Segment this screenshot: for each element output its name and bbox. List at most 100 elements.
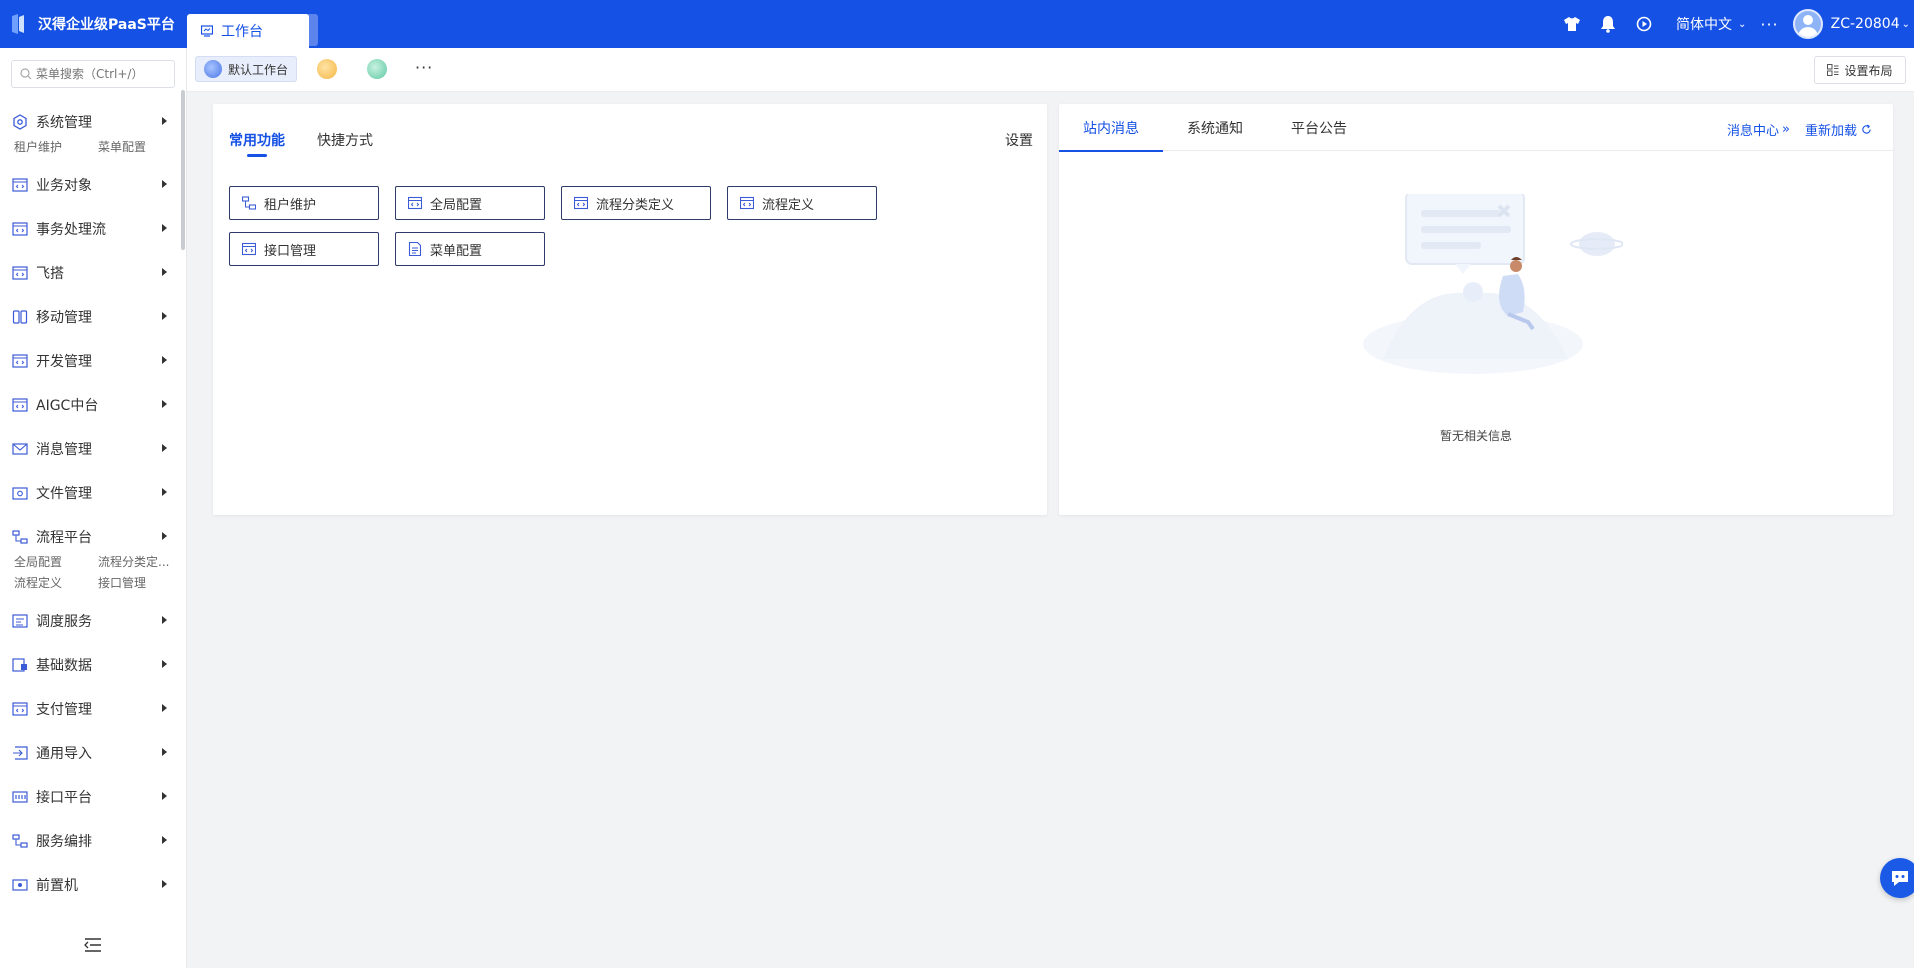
sidebar-item-aigc[interactable]: AIGC中台 bbox=[0, 383, 181, 427]
function-process-definition[interactable]: 流程定义 bbox=[727, 186, 877, 220]
sidebar-item-orchestration[interactable]: 服务编排 bbox=[0, 819, 181, 863]
menu-search[interactable] bbox=[11, 60, 175, 88]
function-label: 全局配置 bbox=[430, 197, 483, 213]
schedule-icon bbox=[12, 614, 28, 628]
reload-label: 重新加载 bbox=[1805, 124, 1858, 139]
submenu-item[interactable]: 流程定义 bbox=[14, 574, 98, 591]
import-icon bbox=[13, 746, 28, 760]
menu-search-input[interactable] bbox=[36, 67, 166, 81]
function-label: 租户维护 bbox=[264, 197, 317, 213]
language-label: 简体中文 bbox=[1675, 17, 1732, 33]
sidebar-item-schedule[interactable]: 调度服务 bbox=[0, 599, 181, 643]
submenu-item[interactable]: 接口管理 bbox=[98, 574, 182, 591]
function-tenant-maintenance[interactable]: 租户维护 bbox=[229, 186, 379, 220]
sidebar-item-file[interactable]: 文件管理 bbox=[0, 471, 181, 515]
caret-right-icon bbox=[162, 880, 167, 888]
function-menu-config[interactable]: 菜单配置 bbox=[395, 232, 545, 266]
tab-workbench-label: 工作台 bbox=[221, 24, 263, 40]
play-button[interactable] bbox=[1626, 0, 1662, 48]
brand[interactable]: 汉得企业级PaaS平台 bbox=[0, 0, 187, 48]
panel-tabs: 常用功能 快捷方式 bbox=[229, 130, 405, 157]
chevron-down-icon: ⌄ bbox=[1737, 18, 1747, 30]
top-bar: 汉得企业级PaaS平台 工作台 + 简体中文 ⌄ ··· ZC-20804 ⌄ bbox=[0, 0, 1914, 48]
flow-icon bbox=[242, 196, 256, 210]
sidebar-item-label: 文件管理 bbox=[36, 486, 92, 502]
caret-right-icon bbox=[162, 268, 167, 276]
caret-right-icon bbox=[162, 704, 167, 712]
sidebar-item-system[interactable]: 系统管理 bbox=[0, 100, 181, 144]
floating-help-button[interactable] bbox=[1880, 858, 1914, 898]
function-process-category[interactable]: 流程分类定义 bbox=[561, 186, 711, 220]
notification-button[interactable] bbox=[1590, 0, 1626, 48]
function-api-management[interactable]: 接口管理 bbox=[229, 232, 379, 266]
caret-right-icon bbox=[162, 117, 167, 125]
app-title: 汉得企业级PaaS平台 bbox=[38, 17, 175, 33]
sidebar-item-feida[interactable]: 飞搭 bbox=[0, 251, 181, 295]
caret-right-icon bbox=[162, 792, 167, 800]
document-icon bbox=[408, 242, 422, 256]
sidebar-item-label: 调度服务 bbox=[36, 614, 92, 630]
tab-system-notices[interactable]: 系统通知 bbox=[1187, 104, 1243, 151]
user-name[interactable]: ZC-20804 bbox=[1831, 16, 1900, 32]
sidebar-item-label: 前置机 bbox=[36, 878, 78, 894]
layout-settings-button[interactable]: 设置布局 bbox=[1814, 56, 1906, 84]
logo-icon bbox=[12, 14, 24, 34]
code-window-icon bbox=[12, 178, 28, 192]
sidebar-item-message[interactable]: 消息管理 bbox=[0, 427, 181, 471]
sidebar-item-label: 开发管理 bbox=[36, 354, 92, 370]
cube-icon bbox=[13, 114, 27, 130]
tab-common-functions[interactable]: 常用功能 bbox=[229, 130, 285, 157]
sidebar-menu: 系统管理 租户维护 菜单配置 业务对象 事务处理流 飞搭 移动管理 开发管理 A… bbox=[0, 100, 181, 907]
message-center-link[interactable]: 消息中心 » bbox=[1727, 120, 1790, 139]
sidebar-item-label: 基础数据 bbox=[36, 658, 92, 674]
code-window-icon bbox=[12, 266, 28, 280]
sidebar-item-label: 业务对象 bbox=[36, 178, 92, 194]
sidebar-item-development[interactable]: 开发管理 bbox=[0, 339, 181, 383]
message-center-label: 消息中心 bbox=[1727, 124, 1780, 139]
flow-icon bbox=[12, 834, 28, 848]
mobile-icon bbox=[12, 310, 28, 324]
collapse-menu-icon[interactable] bbox=[84, 938, 102, 952]
theme-button[interactable] bbox=[1554, 0, 1590, 48]
sidebar-item-payment[interactable]: 支付管理 bbox=[0, 687, 181, 731]
header-more-button[interactable]: ··· bbox=[1760, 15, 1778, 34]
avatar[interactable] bbox=[1792, 9, 1823, 39]
code-window-icon bbox=[12, 398, 28, 412]
sidebar-item-front-server[interactable]: 前置机 bbox=[0, 863, 181, 907]
tab-platform-announcements[interactable]: 平台公告 bbox=[1291, 104, 1347, 151]
code-window-icon bbox=[740, 196, 754, 210]
workbench-toolbar: 默认工作台 ··· 设置布局 bbox=[187, 48, 1914, 92]
user-chevron-down-icon[interactable]: ⌄ bbox=[1902, 19, 1910, 30]
tab-shortcuts[interactable]: 快捷方式 bbox=[317, 130, 373, 150]
default-workbench-label: 默认工作台 bbox=[228, 62, 289, 77]
empty-state-illustration bbox=[1363, 194, 1623, 374]
workbench-green-icon[interactable] bbox=[367, 59, 387, 79]
tab-site-messages[interactable]: 站内消息 bbox=[1059, 104, 1163, 152]
double-chevron-right-icon: » bbox=[1782, 122, 1790, 137]
add-tab-button[interactable]: + bbox=[280, 14, 318, 46]
sidebar-item-label: 消息管理 bbox=[36, 442, 92, 458]
workbench-more-button[interactable]: ··· bbox=[415, 58, 433, 77]
sidebar-item-api-platform[interactable]: 接口平台 bbox=[0, 775, 181, 819]
header-actions: 简体中文 ⌄ ··· ZC-20804 ⌄ bbox=[1554, 0, 1914, 48]
function-global-config[interactable]: 全局配置 bbox=[395, 186, 545, 220]
sidebar-item-mobile[interactable]: 移动管理 bbox=[0, 295, 181, 339]
code-window-icon bbox=[408, 196, 422, 210]
sidebar-item-import[interactable]: 通用导入 bbox=[0, 731, 181, 775]
sidebar-item-transaction-flow[interactable]: 事务处理流 bbox=[0, 207, 181, 251]
sidebar-item-label: 移动管理 bbox=[36, 310, 92, 326]
workbench-orange-icon[interactable] bbox=[317, 59, 337, 79]
panel-settings-link[interactable]: 设置 bbox=[1005, 130, 1033, 150]
workbench-icon bbox=[201, 25, 213, 37]
code-window-icon bbox=[242, 242, 256, 256]
default-workbench-chip[interactable]: 默认工作台 bbox=[195, 56, 297, 82]
api-icon bbox=[12, 791, 28, 803]
language-select[interactable]: 简体中文 ⌄ bbox=[1676, 14, 1746, 34]
caret-right-icon bbox=[162, 836, 167, 844]
sidebar-item-base-data[interactable]: 基础数据 bbox=[0, 643, 181, 687]
sidebar-item-business-object[interactable]: 业务对象 bbox=[0, 163, 181, 207]
sidebar-scrollbar[interactable] bbox=[181, 90, 185, 250]
layout-settings-label: 设置布局 bbox=[1844, 63, 1893, 78]
sidebar-item-process-platform[interactable]: 流程平台 bbox=[0, 515, 181, 559]
reload-link[interactable]: 重新加载 bbox=[1805, 120, 1872, 139]
